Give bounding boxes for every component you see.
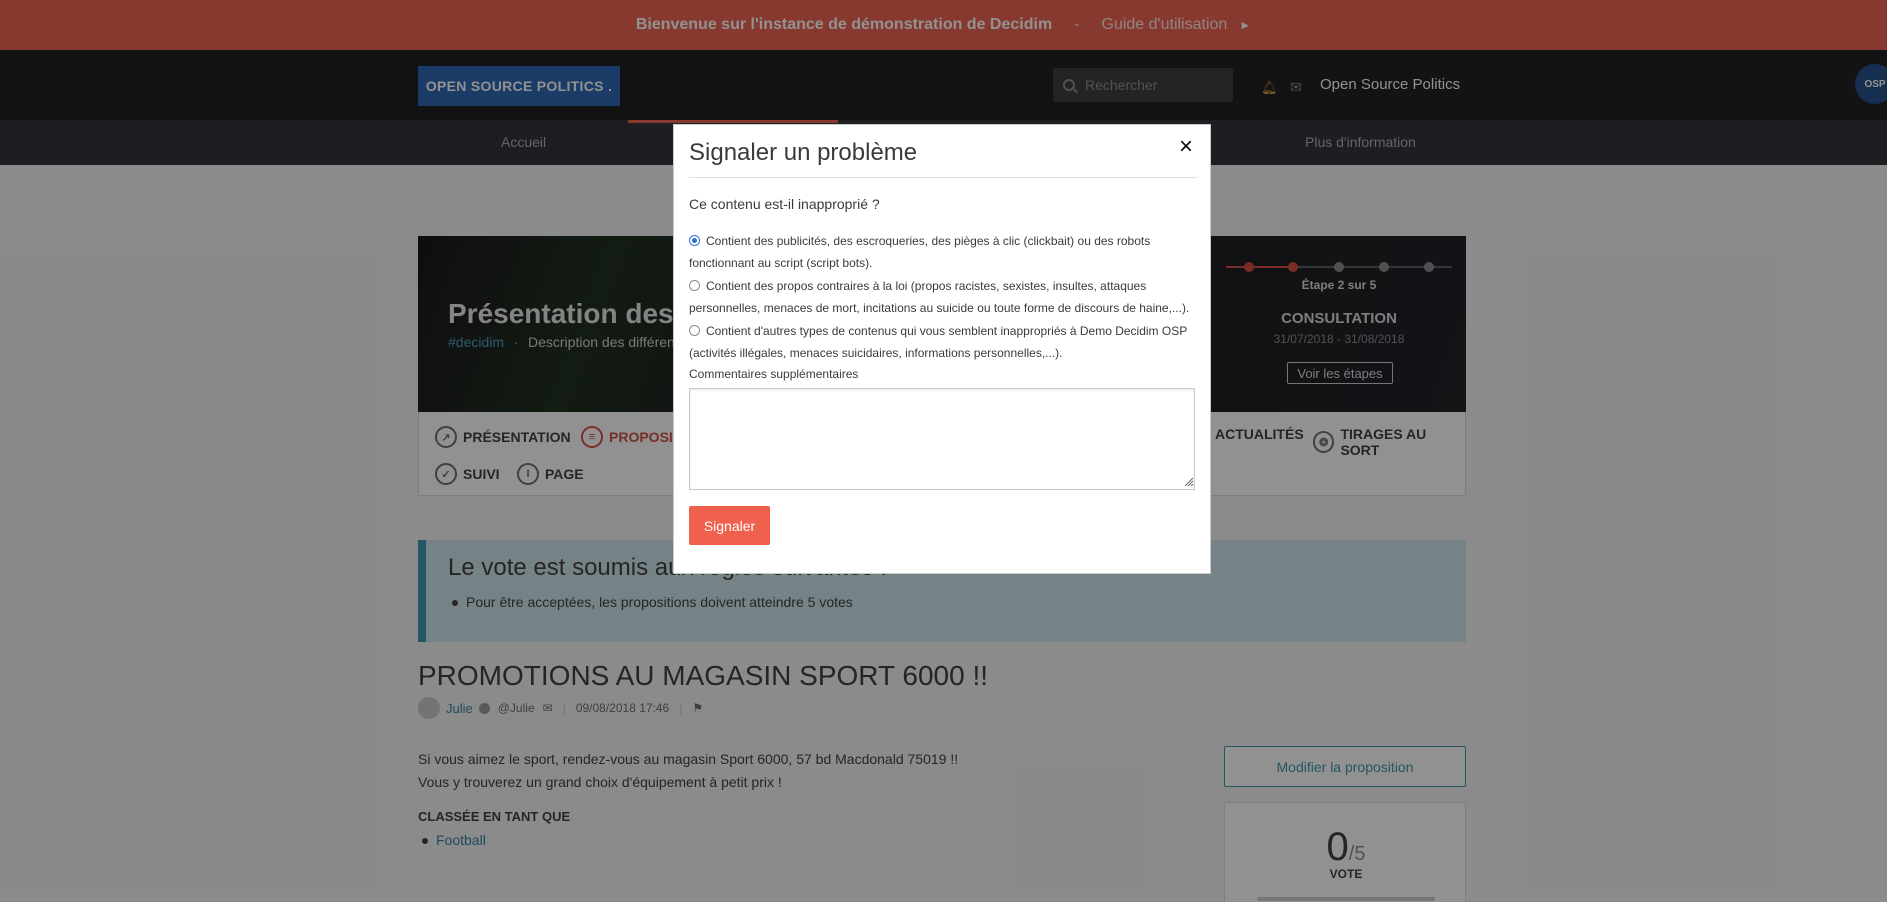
modal-question: Ce contenu est-il inapproprié ? xyxy=(689,196,880,212)
radio-spam[interactable] xyxy=(689,235,700,246)
option-label: Contient des propos contraires à la loi … xyxy=(689,279,1190,315)
option-label: Contient d'autres types de contenus qui … xyxy=(689,324,1187,360)
radio-offensive[interactable] xyxy=(689,280,700,291)
comments-label: Commentaires supplémentaires xyxy=(689,367,859,381)
radio-other[interactable] xyxy=(689,325,700,336)
report-modal: Signaler un problème × Ce contenu est-il… xyxy=(673,124,1211,574)
modal-title: Signaler un problème xyxy=(689,139,918,166)
report-option-other[interactable]: Contient d'autres types de contenus qui … xyxy=(689,320,1197,364)
comments-textarea[interactable] xyxy=(689,388,1195,490)
report-option-offensive[interactable]: Contient des propos contraires à la loi … xyxy=(689,275,1197,319)
report-option-spam[interactable]: Contient des publicités, des escroquerie… xyxy=(689,230,1197,274)
modal-divider xyxy=(689,177,1197,178)
close-icon[interactable]: × xyxy=(1179,135,1193,159)
report-submit-button[interactable]: Signaler xyxy=(689,506,770,545)
option-label: Contient des publicités, des escroquerie… xyxy=(689,234,1151,270)
